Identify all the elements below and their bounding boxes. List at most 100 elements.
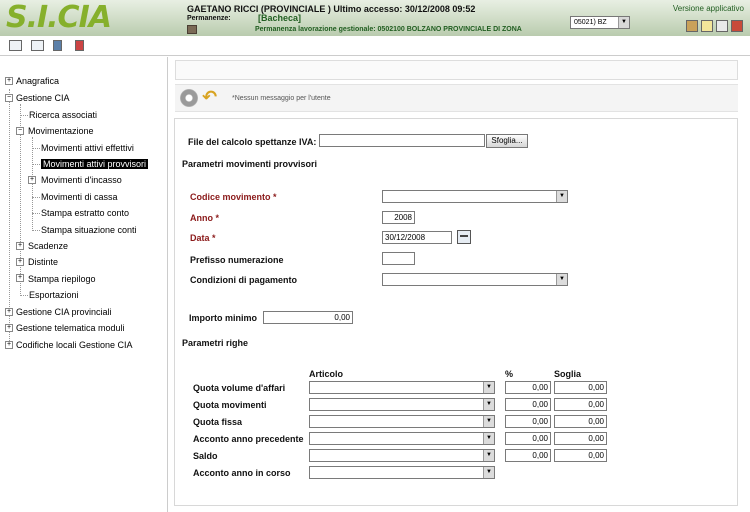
calendar-icon[interactable] [457, 230, 471, 244]
col-soglia: Soglia [554, 369, 582, 379]
title-bar [175, 60, 738, 80]
browse-button[interactable]: Sfoglia... [486, 134, 528, 148]
sidebar-item-codifiche-locali[interactable]: Codifiche locali Gestione CIA [16, 339, 133, 351]
percent-input[interactable]: 0,00 [505, 415, 551, 428]
percent-input[interactable]: 0,00 [505, 432, 551, 445]
collapse-icon[interactable]: − [16, 127, 24, 135]
articolo-select[interactable]: ▼ [309, 381, 495, 394]
articolo-select[interactable]: ▼ [309, 398, 495, 411]
soglia-input[interactable]: 0,00 [554, 398, 607, 411]
collapse-icon[interactable]: − [5, 94, 13, 102]
row-label: Saldo [193, 451, 218, 461]
sidebar-item-anagrafica[interactable]: Anagrafica [16, 75, 59, 87]
version-link[interactable]: Versione applicativo [673, 4, 744, 13]
anno-input[interactable]: 2008 [382, 211, 415, 224]
row-label: Quota fissa [193, 417, 243, 427]
bookmark-icon[interactable] [53, 40, 62, 51]
row-label: Acconto anno in corso [193, 468, 291, 478]
user-info: GAETANO RICCI (PROVINCIALE ) Ultimo acce… [187, 4, 476, 14]
soglia-input[interactable]: 0,00 [554, 381, 607, 394]
exit-icon[interactable] [731, 20, 743, 32]
soglia-input[interactable]: 0,00 [554, 432, 607, 445]
app-logo: S.I.CIA [6, 0, 112, 35]
app-header: S.I.CIA GAETANO RICCI (PROVINCIALE ) Ult… [0, 0, 750, 36]
sidebar-item-scadenze[interactable]: Scadenze [28, 240, 68, 252]
sidebar-item-stampa-situazione-conti[interactable]: Stampa situazione conti [41, 224, 137, 236]
articolo-select[interactable]: ▼ [309, 466, 495, 479]
message-bar: ↶ *Nessun messaggio per l'utente [175, 84, 738, 112]
chevron-down-icon: ▼ [556, 191, 567, 202]
sidebar-item-gestione-cia[interactable]: Gestione CIA [16, 92, 70, 104]
articolo-select[interactable]: ▼ [309, 432, 495, 445]
sidebar-tree: + Anagrafica − Gestione CIA Ricerca asso… [0, 57, 168, 512]
expand-icon[interactable]: + [16, 242, 24, 250]
sidebar-item-stampa-riepilogo[interactable]: Stampa riepilogo [28, 273, 96, 285]
col-articolo: Articolo [309, 369, 344, 379]
expand-icon[interactable]: + [16, 258, 24, 266]
sidebar-item-ricerca-associati[interactable]: Ricerca associati [29, 109, 97, 121]
chevron-down-icon: ▼ [483, 467, 494, 478]
importo-minimo-label: Importo minimo [189, 313, 257, 323]
percent-input[interactable]: 0,00 [505, 381, 551, 394]
user-message: *Nessun messaggio per l'utente [232, 95, 331, 102]
chevron-down-icon: ▼ [483, 399, 494, 410]
sidebar-item-gestione-telematica[interactable]: Gestione telematica moduli [16, 322, 125, 334]
expand-icon[interactable]: + [5, 77, 13, 85]
header-icons [686, 20, 743, 32]
home-icon[interactable] [716, 20, 728, 32]
undo-icon[interactable]: ↶ [202, 87, 217, 107]
gear-icon[interactable] [180, 89, 198, 107]
soglia-input[interactable]: 0,00 [554, 449, 607, 462]
document-icon[interactable] [701, 20, 713, 32]
data-input[interactable]: 30/12/2008 [382, 231, 452, 244]
gestionale-info: Permanenza lavorazione gestionale: 05021… [255, 26, 522, 33]
expand-icon[interactable]: + [5, 308, 13, 316]
bookmark-red-icon[interactable] [75, 40, 84, 51]
sidebar-item-gestione-cia-provinciali[interactable]: Gestione CIA provinciali [16, 306, 112, 318]
file-input[interactable] [319, 134, 485, 147]
anno-label: Anno * [190, 213, 219, 223]
permanenze-link[interactable]: [Bacheca] [258, 13, 301, 23]
chevron-down-icon: ▼ [483, 382, 494, 393]
sidebar-item-movimenti-incasso[interactable]: Movimenti d'incasso [41, 174, 122, 186]
zone-select-value: 05021) BZ [574, 19, 607, 26]
chevron-down-icon: ▼ [556, 274, 567, 285]
row-label: Quota movimenti [193, 400, 267, 410]
chevron-down-icon: ▼ [483, 433, 494, 444]
expand-icon[interactable]: + [5, 341, 13, 349]
sidebar-item-movimenti-attivi-effettivi[interactable]: Movimenti attivi effettivi [41, 142, 134, 154]
articolo-select[interactable]: ▼ [309, 449, 495, 462]
importo-minimo-input[interactable]: 0,00 [263, 311, 353, 324]
building-icon [187, 25, 197, 34]
collapse-all-icon[interactable] [31, 40, 44, 51]
percent-input[interactable]: 0,00 [505, 449, 551, 462]
sidebar-item-movimentazione[interactable]: Movimentazione [28, 125, 94, 137]
sidebar-item-movimenti-attivi-provvisori[interactable]: Movimenti attivi provvisori [41, 158, 149, 170]
codice-movimento-label: Codice movimento * [190, 192, 277, 202]
percent-input[interactable]: 0,00 [505, 398, 551, 411]
expand-all-icon[interactable] [9, 40, 22, 51]
sidebar-item-esportazioni[interactable]: Esportazioni [29, 289, 79, 301]
books-icon[interactable] [686, 20, 698, 32]
expand-icon[interactable]: + [28, 176, 36, 184]
chevron-down-icon: ▼ [618, 17, 629, 28]
articolo-select[interactable]: ▼ [309, 415, 495, 428]
expand-icon[interactable]: + [5, 324, 13, 332]
condizioni-select[interactable]: ▼ [382, 273, 568, 286]
col-percent: % [505, 369, 514, 379]
selected-item-label: Movimenti attivi provvisori [41, 159, 149, 169]
codice-movimento-select[interactable]: ▼ [382, 190, 568, 203]
row-label: Quota volume d'affari [193, 383, 286, 393]
zone-select[interactable]: 05021) BZ ▼ [570, 16, 630, 29]
condizioni-label: Condizioni di pagamento [190, 275, 297, 285]
chevron-down-icon: ▼ [483, 450, 494, 461]
sidebar-item-stampa-estratto-conto[interactable]: Stampa estratto conto [41, 207, 129, 219]
prefisso-input[interactable] [382, 252, 415, 265]
sidebar-item-distinte[interactable]: Distinte [28, 256, 58, 268]
chevron-down-icon: ▼ [483, 416, 494, 427]
prefisso-label: Prefisso numerazione [190, 255, 284, 265]
sidebar-item-movimenti-cassa[interactable]: Movimenti di cassa [41, 191, 118, 203]
expand-icon[interactable]: + [16, 274, 24, 282]
permanenze-label: Permanenze: [187, 15, 231, 22]
soglia-input[interactable]: 0,00 [554, 415, 607, 428]
